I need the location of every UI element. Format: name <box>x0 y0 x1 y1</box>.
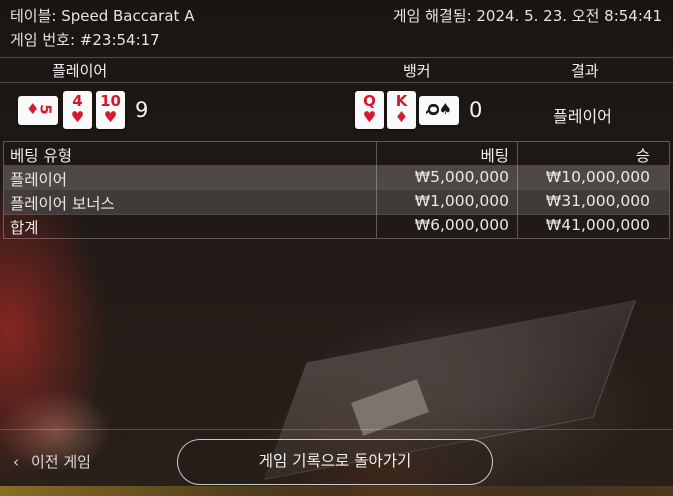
footer-divider <box>0 429 673 430</box>
bets-table-header: 베팅 유형 베팅 승 <box>4 142 669 166</box>
footer-bar: ‹ 이전 게임 게임 기록으로 돌아가기 <box>0 429 673 496</box>
table-row: 플레이어 보너스 ₩1,000,000 ₩31,000,000 <box>4 190 669 214</box>
table-name: 테이블: Speed Baccarat A <box>10 7 195 25</box>
back-to-history-button[interactable]: 게임 기록으로 돌아가기 <box>177 439 493 485</box>
player-card-2: 4 ♥ <box>63 91 92 129</box>
result-outcome: 플레이어 <box>553 107 612 126</box>
table-edge-image <box>0 486 673 496</box>
total-row: 합계 ₩6,000,000 ₩41,000,000 <box>4 214 669 238</box>
round-number: 게임 번호: #23:54:17 <box>10 31 160 49</box>
result-label: 결과 <box>571 62 599 80</box>
game-header: 테이블: Speed Baccarat A 게임 번호: #23:54:17 게… <box>0 0 673 58</box>
game-details-panel: 테이블: Speed Baccarat A 게임 번호: #23:54:17 게… <box>0 0 673 496</box>
table-row: 플레이어 ₩5,000,000 ₩10,000,000 <box>4 166 669 190</box>
column-divider <box>376 142 377 238</box>
chevron-left-icon: ‹ <box>13 453 19 471</box>
bets-table: 베팅 유형 베팅 승 플레이어 ₩5,000,000 ₩10,000,000 플… <box>3 141 670 239</box>
bet-amount-cell: ₩1,000,000 <box>414 192 509 210</box>
bet-amount-cell: ₩5,000,000 <box>414 168 509 186</box>
banker-card-2: K ♦ <box>387 91 416 129</box>
column-divider <box>517 142 518 238</box>
settled-time: 게임 해결됨: 2024. 5. 23. 오전 8:54:41 <box>392 7 662 25</box>
total-bet: ₩6,000,000 <box>414 216 509 234</box>
player-card-1: ♦5 <box>18 96 58 125</box>
bet-type-cell: 플레이어 보너스 <box>10 195 115 213</box>
total-label: 합계 <box>10 219 39 237</box>
result-header-divider <box>0 82 673 83</box>
player-card-3: 10 ♥ <box>96 91 125 129</box>
player-score: 9 <box>135 98 149 122</box>
previous-game-button[interactable]: ‹ 이전 게임 <box>13 451 91 472</box>
bet-type-cell: 플레이어 <box>10 171 68 189</box>
banker-label: 뱅커 <box>403 62 431 80</box>
column-bet: 베팅 <box>480 147 509 165</box>
banker-card-1: Q ♥ <box>355 91 384 129</box>
banker-score: 0 <box>469 98 483 122</box>
total-win: ₩41,000,000 <box>545 216 650 234</box>
column-win: 승 <box>635 147 650 165</box>
win-amount-cell: ₩31,000,000 <box>545 192 650 210</box>
win-amount-cell: ₩10,000,000 <box>545 168 650 186</box>
previous-game-label: 이전 게임 <box>31 453 91 471</box>
column-bet-type: 베팅 유형 <box>10 147 72 165</box>
banker-card-3: Q♠ <box>419 96 459 125</box>
player-label: 플레이어 <box>52 62 108 80</box>
header-divider <box>0 57 673 58</box>
